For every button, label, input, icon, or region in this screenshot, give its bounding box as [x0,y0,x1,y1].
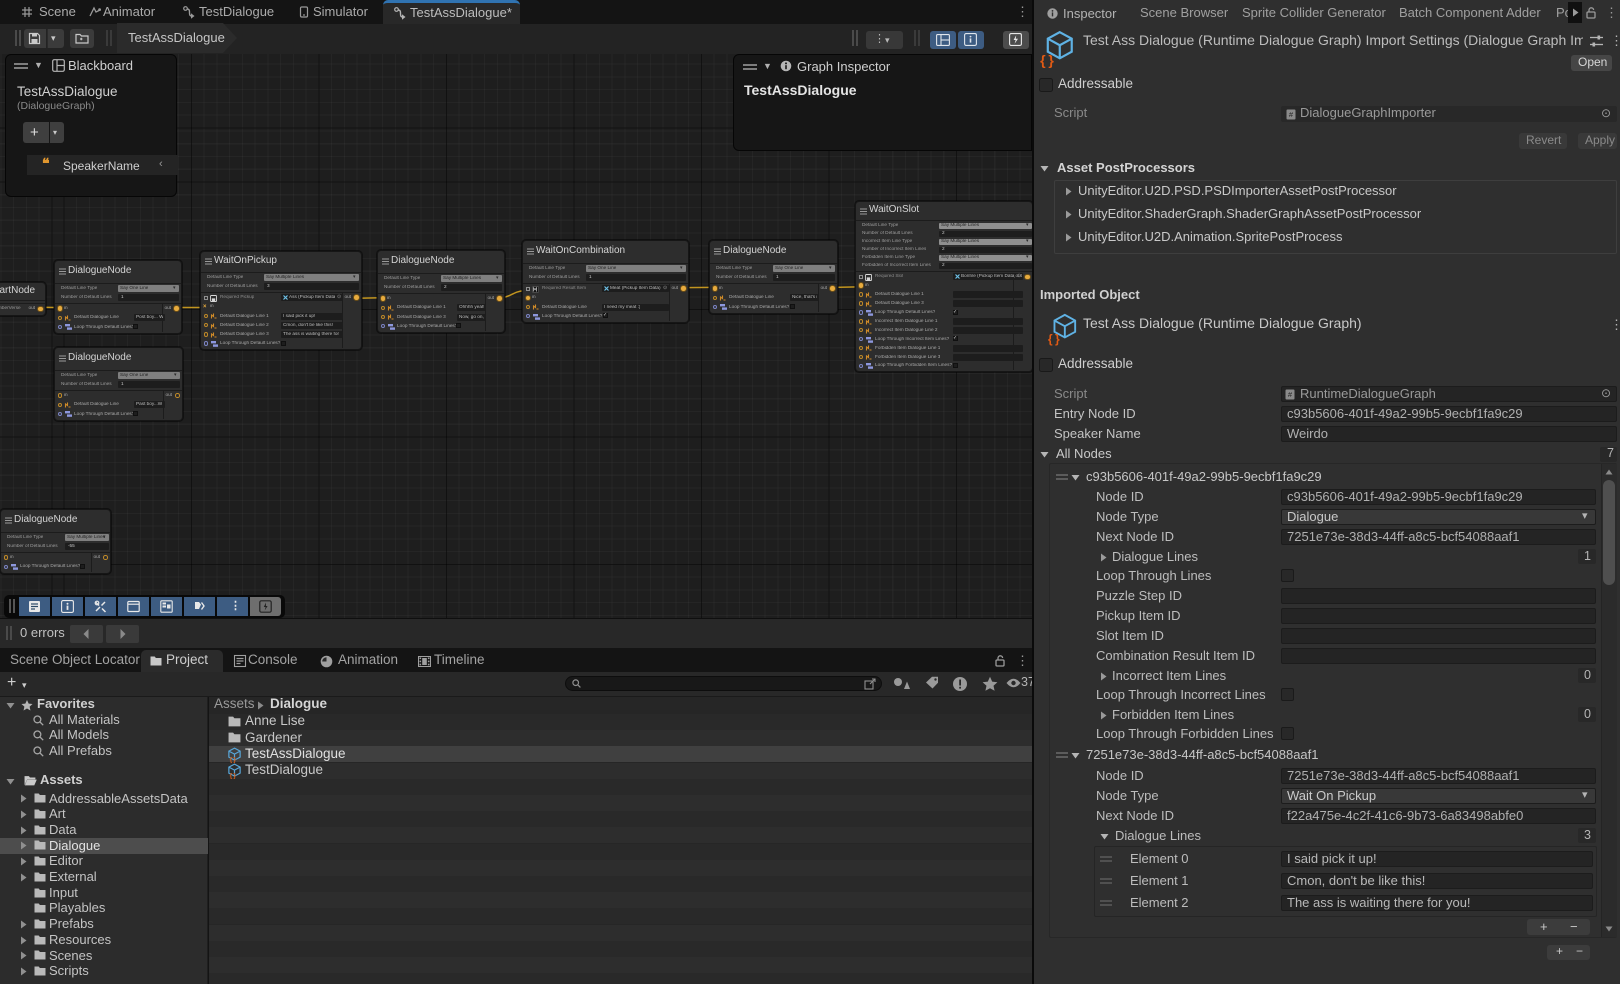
svg-text:{}: {} [1040,52,1056,68]
svg-text:{}: {} [230,772,238,779]
svg-text:{}: {} [1048,332,1062,346]
svg-text:{}: {} [230,756,238,763]
